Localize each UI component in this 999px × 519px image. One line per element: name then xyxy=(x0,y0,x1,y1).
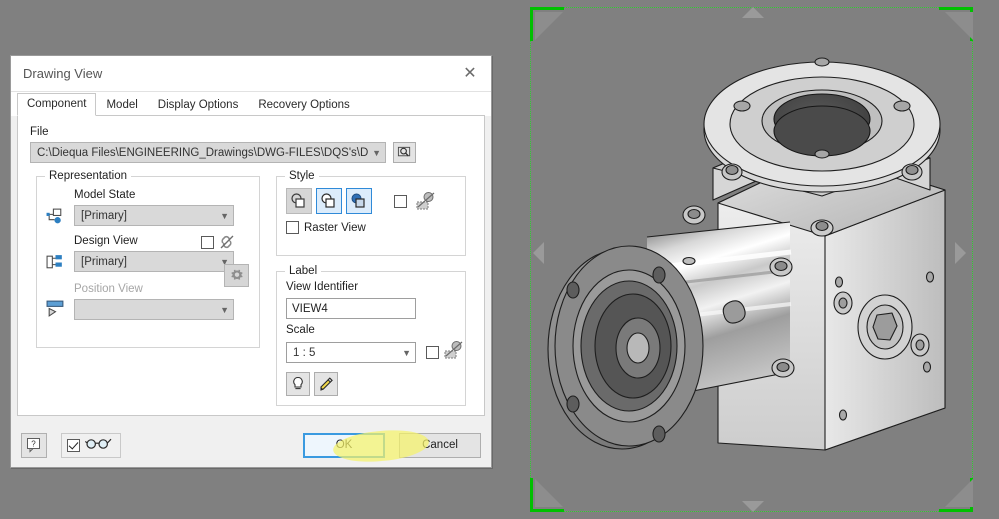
dialog-titlebar[interactable]: Drawing View ✕ xyxy=(11,56,491,92)
hidden-line-icon xyxy=(291,193,305,208)
toggle-label-visibility-button[interactable] xyxy=(286,372,310,396)
magnifier-browse-icon xyxy=(397,146,411,157)
dialog-footer: ? OK Cancel xyxy=(11,423,491,467)
chevron-down-icon: ▼ xyxy=(372,147,381,158)
hidden-line-removed-style-button[interactable] xyxy=(316,188,342,214)
file-path-combo[interactable]: C:\Diequa Files\ENGINEERING_Drawings\DWG… xyxy=(30,142,386,163)
corner-triangle-top-right-icon[interactable] xyxy=(940,7,980,47)
hidden-line-style-button[interactable] xyxy=(286,188,312,214)
position-view-combo: ▼ xyxy=(74,299,234,320)
style-group-title: Style xyxy=(285,170,319,182)
hidden-line-removed-icon xyxy=(321,193,335,208)
representation-group-title: Representation xyxy=(45,170,131,182)
pan-arrow-right-icon[interactable] xyxy=(955,242,966,264)
corner-triangle-top-left-icon[interactable] xyxy=(530,7,570,47)
close-icon[interactable]: ✕ xyxy=(455,60,485,88)
design-view-label: Design View xyxy=(74,235,138,247)
view-identifier-input[interactable]: VIEW4 xyxy=(286,298,416,319)
tab-component[interactable]: Component xyxy=(17,93,97,116)
scale-combo[interactable]: 1 : 5 ▼ xyxy=(286,342,416,363)
shaded-icon xyxy=(351,193,365,208)
style-group: Style Raster View xyxy=(276,170,466,256)
view-identifier-label: View Identifier xyxy=(286,281,359,293)
browse-file-button[interactable] xyxy=(393,142,416,163)
model-state-value: [Primary] xyxy=(81,209,127,222)
help-button[interactable]: ? xyxy=(21,432,47,458)
pan-arrow-down-icon[interactable] xyxy=(742,501,764,512)
scale-from-base-checkbox[interactable] xyxy=(426,346,439,359)
file-path-value: C:\Diequa Files\ENGINEERING_Drawings\DWG… xyxy=(37,146,369,159)
representation-group: Representation Model State [Primary] ▼ D… xyxy=(36,170,260,348)
design-view-icon xyxy=(46,255,62,269)
chevron-down-icon: ▼ xyxy=(220,210,229,221)
style-from-base-checkbox[interactable] xyxy=(394,194,407,208)
design-view-value: [Primary] xyxy=(81,255,127,268)
raster-view-label: Raster View xyxy=(304,221,366,234)
corner-triangle-bottom-right-icon[interactable] xyxy=(940,474,980,514)
design-view-settings-button[interactable] xyxy=(224,264,249,287)
lightbulb-icon xyxy=(293,376,303,390)
component-tab-panel: File C:\Diequa Files\ENGINEERING_Drawing… xyxy=(17,116,485,416)
chevron-down-icon: ▼ xyxy=(220,304,229,315)
pan-arrow-up-icon[interactable] xyxy=(742,7,764,18)
scale-label: Scale xyxy=(286,324,315,336)
position-view-icon xyxy=(46,300,64,317)
position-view-label: Position View xyxy=(74,283,143,295)
tab-recovery-options[interactable]: Recovery Options xyxy=(248,94,359,116)
style-from-base-icon xyxy=(416,192,435,210)
view-identifier-value: VIEW4 xyxy=(292,302,328,315)
edit-label-button[interactable] xyxy=(314,372,338,396)
tab-model[interactable]: Model xyxy=(96,94,147,116)
design-view-associative-checkbox[interactable] xyxy=(201,236,214,249)
model-state-combo[interactable]: [Primary] ▼ xyxy=(74,205,234,226)
scale-from-base-icon xyxy=(444,341,463,359)
tab-display-options[interactable]: Display Options xyxy=(148,94,249,116)
help-icon: ? xyxy=(27,438,40,453)
pencil-icon xyxy=(319,376,333,391)
label-group: Label View Identifier VIEW4 Scale 1 : 5 … xyxy=(276,265,466,406)
broken-link-icon xyxy=(220,235,234,249)
scale-value: 1 : 5 xyxy=(293,346,316,359)
preview-toggle-button[interactable] xyxy=(61,432,121,458)
label-group-title: Label xyxy=(285,265,322,277)
ok-button[interactable]: OK xyxy=(303,432,385,458)
file-label: File xyxy=(30,126,49,138)
raster-view-checkbox[interactable] xyxy=(286,221,299,234)
pan-arrow-left-icon[interactable] xyxy=(533,242,544,264)
model-state-icon xyxy=(46,208,62,224)
model-state-label: Model State xyxy=(74,189,136,201)
selection-frame xyxy=(530,7,973,512)
shaded-style-button[interactable] xyxy=(346,188,372,214)
tab-strip: Component Model Display Options Recovery… xyxy=(11,92,491,116)
corner-triangle-bottom-left-icon[interactable] xyxy=(530,474,570,514)
svg-text:?: ? xyxy=(31,440,36,449)
chevron-down-icon: ▼ xyxy=(402,347,411,358)
gear-icon xyxy=(230,269,243,280)
drawing-view-dialog: Drawing View ✕ Component Model Display O… xyxy=(10,55,492,468)
dialog-title: Drawing View xyxy=(23,66,103,81)
design-view-combo[interactable]: [Primary] ▼ xyxy=(74,251,234,272)
preview-checkbox[interactable] xyxy=(67,438,80,452)
cancel-button[interactable]: Cancel xyxy=(399,432,481,458)
glasses-preview-icon xyxy=(85,438,112,449)
